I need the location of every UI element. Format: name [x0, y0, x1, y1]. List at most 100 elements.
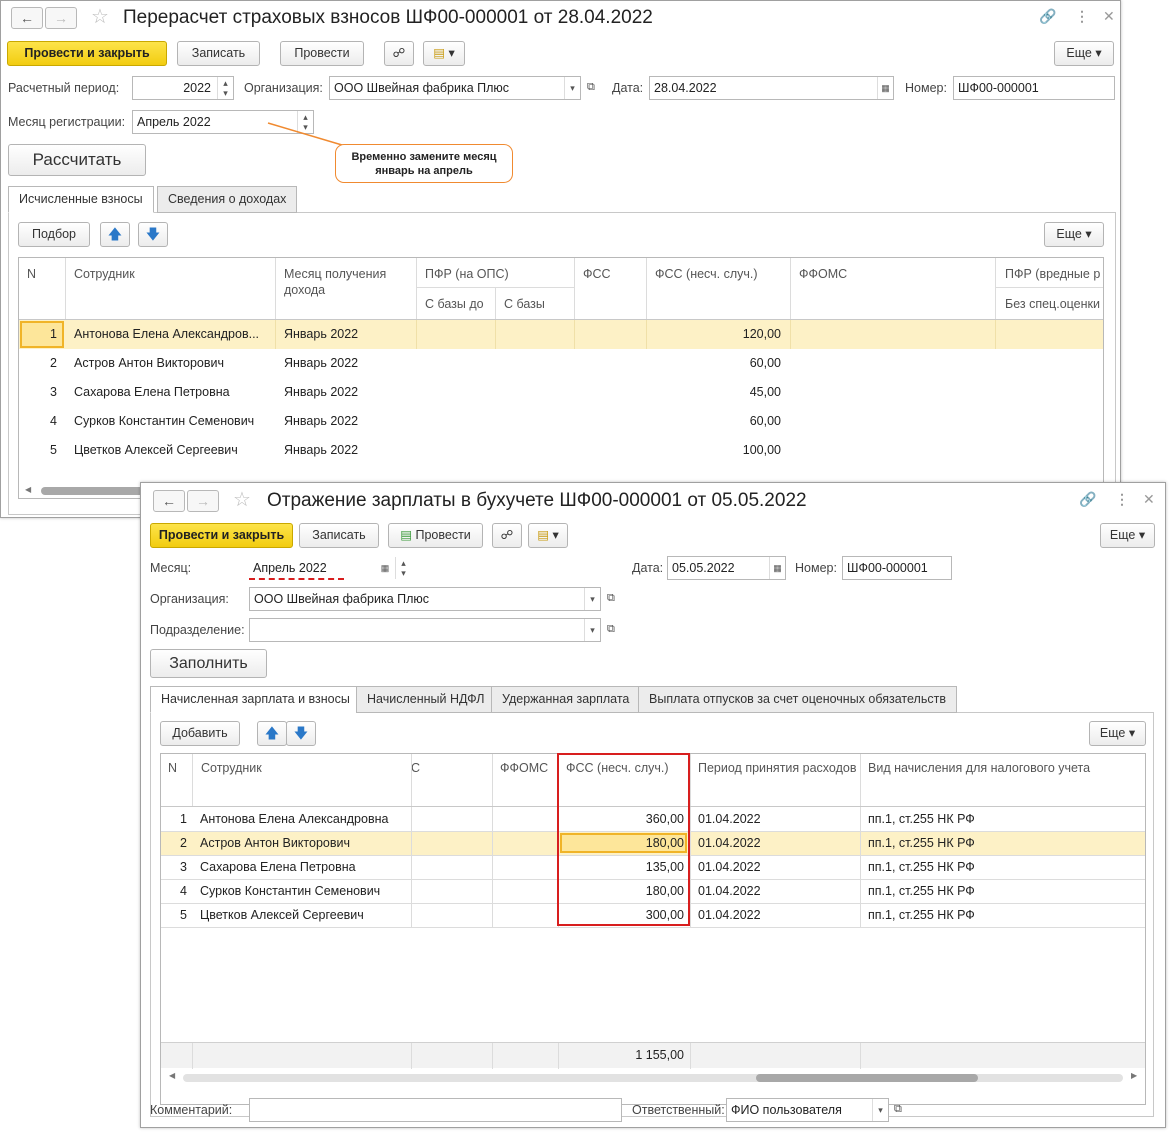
attach-button[interactable]: ☍ — [492, 523, 522, 548]
col-header-n: N — [27, 267, 37, 281]
tab-vacation-payments[interactable]: Выплата отпусков за счет оценочных обяза… — [638, 686, 957, 713]
menu-dots-icon[interactable]: ⋮ — [1075, 8, 1089, 25]
col-header-fss: ФСС — [583, 267, 611, 281]
favorite-star-icon[interactable]: ☆ — [233, 487, 251, 512]
more-table-button[interactable]: Еще ▾ — [1089, 721, 1146, 746]
move-down-button[interactable]: 🡇 — [138, 222, 168, 247]
save-button[interactable]: Записать — [177, 41, 260, 66]
date-label: Дата: — [632, 561, 664, 575]
col-header-employee: Сотрудник — [201, 761, 262, 775]
month-label: Месяц: — [150, 561, 192, 575]
create-based-button[interactable]: ▤ ▾ — [423, 41, 465, 66]
org-field[interactable]: ООО Швейная фабрика Плюс ▾ — [249, 587, 601, 611]
document-add-icon: ▤ — [537, 528, 550, 542]
col-header-c: С — [411, 761, 421, 775]
paperclip-icon: ☍ — [500, 528, 514, 542]
move-up-button[interactable]: 🡅 — [257, 721, 287, 746]
tab-income-info[interactable]: Сведения о доходах — [157, 186, 298, 213]
scroll-left-icon[interactable]: ◀ — [25, 485, 31, 494]
tab-ndfl[interactable]: Начисленный НДФЛ — [356, 686, 496, 713]
dropdown-icon[interactable]: ▾ — [584, 619, 600, 641]
date-field[interactable]: 05.05.2022 ▦ — [667, 556, 786, 580]
calendar-icon[interactable]: ▦ — [377, 557, 393, 579]
dropdown-icon[interactable]: ▾ — [872, 1099, 888, 1121]
date-field[interactable]: 28.04.2022 ▦ — [649, 76, 894, 100]
menu-dots-icon[interactable]: ⋮ — [1115, 491, 1129, 508]
scroll-left-icon[interactable]: ◀ — [169, 1071, 175, 1080]
responsible-field[interactable]: ФИО пользователя ▾ — [726, 1098, 889, 1122]
open-org-icon[interactable]: ⧉ — [607, 592, 615, 605]
move-up-button[interactable]: 🡅 — [100, 222, 130, 247]
tab-withheld[interactable]: Удержанная зарплата — [491, 686, 641, 713]
forward-button[interactable]: → — [187, 490, 219, 512]
open-responsible-icon[interactable]: ⧉ — [894, 1103, 902, 1116]
dropdown-icon[interactable]: ▾ — [564, 77, 580, 99]
spin-icon[interactable]: ▴ ▾ — [217, 77, 233, 99]
create-based-button[interactable]: ▤ ▾ — [528, 523, 568, 548]
close-icon[interactable]: ✕ — [1143, 491, 1155, 508]
post-and-close-button[interactable]: Провести и закрыть — [150, 523, 293, 548]
open-org-icon[interactable]: ⧉ — [587, 81, 595, 94]
add-button[interactable]: Добавить — [160, 721, 240, 746]
spin-icon[interactable]: ▴ ▾ — [395, 557, 411, 579]
post-button[interactable]: Провести — [280, 41, 364, 66]
number-field[interactable]: ШФ00-000001 — [842, 556, 952, 580]
link-icon[interactable]: 🔗 — [1079, 491, 1096, 508]
favorite-star-icon[interactable]: ☆ — [91, 4, 109, 29]
arrow-up-icon: 🡅 — [264, 725, 280, 741]
number-label: Номер: — [905, 81, 947, 95]
fill-button[interactable]: Заполнить — [150, 649, 267, 678]
arrow-up-icon: 🡅 — [107, 226, 123, 242]
back-button[interactable]: ← — [153, 490, 185, 512]
calendar-icon[interactable]: ▦ — [877, 77, 893, 99]
col-header-pfr-harmful: ПФР (вредные р — [1005, 267, 1101, 281]
total-fss-accident: 1 155,00 — [635, 1048, 684, 1062]
link-icon[interactable]: 🔗 — [1039, 8, 1056, 25]
col-header-fss-accident: ФСС (несч. случ.) — [655, 267, 758, 281]
save-button[interactable]: Записать — [299, 523, 379, 548]
responsible-label: Ответственный: — [632, 1103, 725, 1117]
move-down-button[interactable]: 🡇 — [286, 721, 316, 746]
period-field[interactable]: 2022 ▴ ▾ — [132, 76, 234, 100]
window-title: Перерасчет страховых взносов ШФ00-000001… — [123, 7, 653, 28]
scrollbar-track — [183, 1074, 1123, 1082]
open-dept-icon[interactable]: ⧉ — [607, 623, 615, 636]
dropdown-icon[interactable]: ▾ — [584, 588, 600, 610]
table-row[interactable]: 4 Сурков Константин Семенович Январь 202… — [19, 407, 1103, 436]
highlight-box-fss-accident — [557, 753, 690, 926]
back-button[interactable]: ← — [11, 7, 43, 29]
col-header-n: N — [168, 761, 178, 775]
table-row[interactable]: 5 Цветков Алексей Сергеевич Январь 2022 … — [19, 436, 1103, 465]
forward-button[interactable]: → — [45, 7, 77, 29]
table-row[interactable]: 2 Астров Антон Викторович Январь 2022 60… — [19, 349, 1103, 378]
document-add-icon: ▤ — [433, 46, 446, 60]
comment-field[interactable] — [249, 1098, 622, 1122]
more-table-button[interactable]: Еще ▾ — [1044, 222, 1104, 247]
close-icon[interactable]: ✕ — [1103, 8, 1115, 25]
horizontal-scrollbar[interactable] — [756, 1074, 978, 1082]
arrow-down-icon: 🡇 — [145, 226, 161, 242]
table-row[interactable]: 3 Сахарова Елена Петровна Январь 2022 45… — [19, 378, 1103, 407]
more-button[interactable]: Еще ▾ — [1100, 523, 1155, 548]
post-and-close-button[interactable]: Провести и закрыть — [7, 41, 167, 66]
more-button[interactable]: Еще ▾ — [1054, 41, 1114, 66]
pick-button[interactable]: Подбор — [18, 222, 90, 247]
col-header-pfr-harmful-sub: Без спец.оценки — [1005, 297, 1100, 311]
attach-button[interactable]: ☍ — [384, 41, 414, 66]
number-field[interactable]: ШФ00-000001 — [953, 76, 1115, 100]
callout-pointer — [267, 122, 343, 146]
col-header-pfr-base: С базы — [504, 297, 545, 311]
month-field[interactable]: Апрель 2022 ▦ ▴ ▾ — [249, 556, 412, 580]
scroll-right-icon[interactable]: ▶ — [1131, 1071, 1137, 1080]
org-label: Организация: — [244, 81, 323, 95]
period-label: Расчетный период: — [8, 81, 120, 95]
table-row[interactable]: 1 Антонова Елена Александров... Январь 2… — [19, 320, 1103, 349]
calculate-button[interactable]: Рассчитать — [8, 144, 146, 176]
calendar-icon[interactable]: ▦ — [769, 557, 785, 579]
org-field[interactable]: ООО Швейная фабрика Плюс ▾ — [329, 76, 581, 100]
post-button[interactable]: ▤ Провести — [388, 523, 483, 548]
tab-payroll-contributions[interactable]: Начисленная зарплата и взносы — [150, 686, 361, 713]
window-recalc: ← → ☆ Перерасчет страховых взносов ШФ00-… — [0, 0, 1121, 518]
dept-field[interactable]: ▾ — [249, 618, 601, 642]
tab-calculated-contributions[interactable]: Исчисленные взносы — [8, 186, 154, 213]
